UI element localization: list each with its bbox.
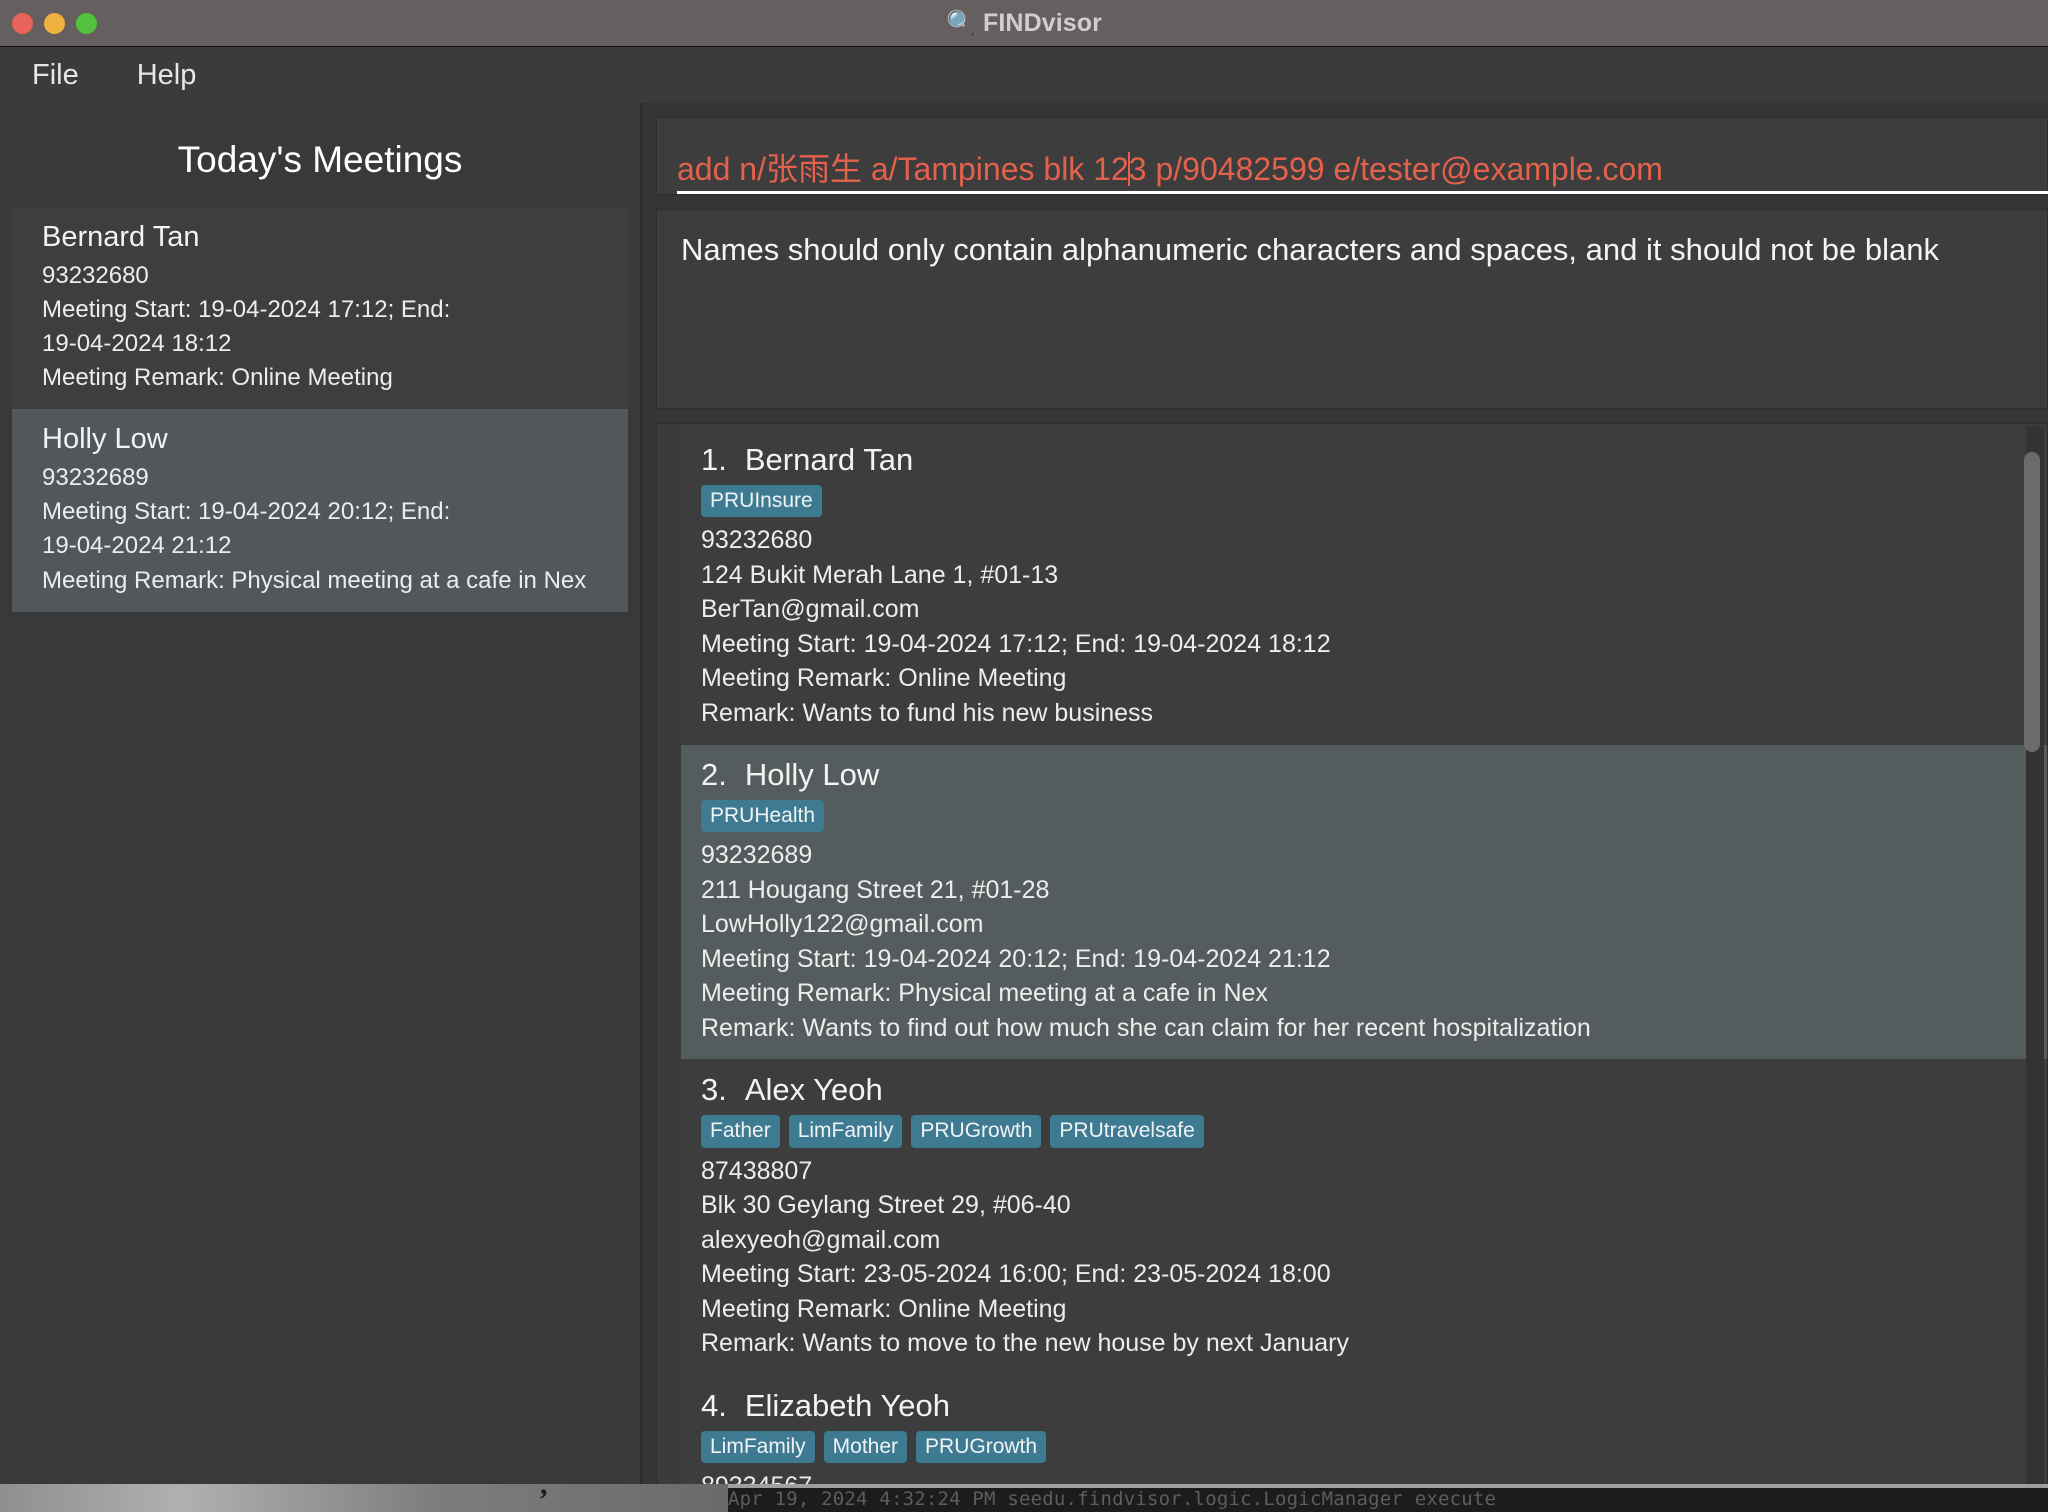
person-index: 2.: [701, 757, 727, 793]
tag-list: Father LimFamily PRUGrowth PRUtravelsafe: [701, 1115, 2027, 1147]
command-text-after-caret: 3 p/90482599 e/tester@example.com: [1129, 151, 1663, 187]
app-window: 🔍 FINDvisor File Help Today's Meetings B…: [0, 0, 2048, 1484]
tag: PRUtravelsafe: [1050, 1115, 1203, 1147]
person-header: 3. Alex Yeoh: [701, 1072, 2027, 1108]
meeting-card[interactable]: Bernard Tan 93232680 Meeting Start: 19-0…: [12, 207, 628, 409]
person-email: BerTan@gmail.com: [701, 592, 2027, 627]
meeting-remark: Meeting Remark: Physical meeting at a ca…: [42, 564, 598, 598]
meeting-name: Bernard Tan: [42, 221, 598, 254]
command-text-before-caret: add n/张雨生 a/Tampines blk 12: [677, 151, 1129, 187]
meeting-time-cont: 19-04-2024 21:12: [42, 529, 598, 563]
tag: Father: [701, 1115, 780, 1147]
person-list-scrollbar[interactable]: [2026, 426, 2044, 1484]
tag: LimFamily: [789, 1115, 903, 1147]
person-index: 1.: [701, 442, 727, 478]
person-card[interactable]: 4. Elizabeth Yeoh LimFamily Mother PRUGr…: [681, 1376, 2047, 1484]
magnifier-icon: 🔍: [946, 9, 976, 38]
meeting-phone: 93232680: [42, 259, 598, 293]
person-card[interactable]: 2. Holly Low PRUHealth 93232689 211 Houg…: [681, 745, 2047, 1059]
right-panel: add n/张雨生 a/Tampines blk 123 p/90482599 …: [642, 103, 2048, 1484]
command-input-text: add n/张雨生 a/Tampines blk 123 p/90482599 …: [677, 144, 1663, 190]
person-remark: Remark: Wants to move to the new house b…: [701, 1326, 2027, 1361]
close-button[interactable]: [12, 13, 33, 34]
person-list: 1. Bernard Tan PRUInsure 93232680 124 Bu…: [657, 424, 2047, 1484]
person-phone: 93232680: [701, 523, 2027, 558]
person-name: Alex Yeoh: [745, 1072, 883, 1108]
tag: LimFamily: [701, 1431, 815, 1463]
meeting-remark: Meeting Remark: Online Meeting: [42, 361, 598, 395]
person-email: alexyeoh@gmail.com: [701, 1223, 2027, 1258]
background-left-strip: [0, 1484, 728, 1512]
scrollbar-thumb[interactable]: [2024, 452, 2040, 752]
screen: Apr 19, 2024 4:32:24 PM seedu.findvisor.…: [0, 0, 2048, 1512]
person-phone: 87438807: [701, 1154, 2027, 1189]
person-name: Elizabeth Yeoh: [745, 1388, 950, 1424]
main-content: Today's Meetings Bernard Tan 93232680 Me…: [0, 103, 2048, 1484]
person-meeting-remark: Meeting Remark: Physical meeting at a ca…: [701, 976, 2027, 1011]
person-email: LowHolly122@gmail.com: [701, 907, 2027, 942]
menu-item-file[interactable]: File: [18, 55, 93, 96]
meeting-time: Meeting Start: 19-04-2024 20:12; End:: [42, 495, 598, 529]
person-address: 124 Bukit Merah Lane 1, #01-13: [701, 558, 2027, 593]
command-input-underline: [677, 191, 2048, 194]
person-meeting: Meeting Start: 19-04-2024 17:12; End: 19…: [701, 627, 2027, 662]
person-phone: 93232689: [701, 838, 2027, 873]
page-title: Today's Meetings: [0, 113, 640, 207]
menu-item-help[interactable]: Help: [123, 55, 211, 96]
zoom-button[interactable]: [76, 13, 97, 34]
meeting-time-cont: 19-04-2024 18:12: [42, 327, 598, 361]
window-title: 🔍 FINDvisor: [946, 9, 1102, 38]
meeting-phone: 93232689: [42, 461, 598, 495]
person-index: 3.: [701, 1072, 727, 1108]
person-card[interactable]: 1. Bernard Tan PRUInsure 93232680 124 Bu…: [681, 430, 2047, 744]
person-header: 2. Holly Low: [701, 757, 2027, 793]
meeting-card[interactable]: Holly Low 93232689 Meeting Start: 19-04-…: [12, 409, 628, 611]
person-name: Bernard Tan: [745, 442, 913, 478]
result-message: Names should only contain alphanumeric c…: [681, 230, 2023, 270]
person-address: Blk 30 Geylang Street 29, #06-40: [701, 1188, 2027, 1223]
result-display: Names should only contain alphanumeric c…: [656, 209, 2048, 409]
window-title-label: FINDvisor: [983, 9, 1102, 38]
person-phone: 89334567: [701, 1469, 2027, 1484]
person-meeting: Meeting Start: 19-04-2024 20:12; End: 19…: [701, 942, 2027, 977]
tag: PRUGrowth: [911, 1115, 1041, 1147]
person-meeting-remark: Meeting Remark: Online Meeting: [701, 1292, 2027, 1327]
meeting-name: Holly Low: [42, 423, 598, 456]
meeting-time: Meeting Start: 19-04-2024 17:12; End:: [42, 293, 598, 327]
tag-list: PRUHealth: [701, 800, 2027, 832]
person-card[interactable]: 3. Alex Yeoh Father LimFamily PRUGrowth …: [681, 1060, 2047, 1374]
person-index: 4.: [701, 1388, 727, 1424]
tag: PRUInsure: [701, 485, 822, 517]
person-list-panel: 1. Bernard Tan PRUInsure 93232680 124 Bu…: [656, 423, 2048, 1484]
person-address: 211 Hougang Street 21, #01-28: [701, 873, 2027, 908]
today-meetings-panel: Today's Meetings Bernard Tan 93232680 Me…: [0, 103, 642, 1484]
tag: Mother: [824, 1431, 907, 1463]
menu-bar: File Help: [0, 47, 2048, 103]
person-meeting-remark: Meeting Remark: Online Meeting: [701, 661, 2027, 696]
person-remark: Remark: Wants to fund his new business: [701, 696, 2027, 731]
person-header: 1. Bernard Tan: [701, 442, 2027, 478]
command-input[interactable]: add n/张雨生 a/Tampines blk 123 p/90482599 …: [656, 117, 2048, 195]
tag: PRUGrowth: [916, 1431, 1046, 1463]
window-controls: [12, 0, 97, 46]
tag: PRUHealth: [701, 800, 824, 832]
meeting-list: Bernard Tan 93232680 Meeting Start: 19-0…: [0, 207, 640, 1484]
person-remark: Remark: Wants to find out how much she c…: [701, 1011, 2027, 1046]
title-bar: 🔍 FINDvisor: [0, 0, 2048, 47]
tag-list: PRUInsure: [701, 485, 2027, 517]
minimize-button[interactable]: [44, 13, 65, 34]
tag-list: LimFamily Mother PRUGrowth: [701, 1431, 2027, 1463]
person-name: Holly Low: [745, 757, 879, 793]
person-header: 4. Elizabeth Yeoh: [701, 1388, 2027, 1424]
person-meeting: Meeting Start: 23-05-2024 16:00; End: 23…: [701, 1257, 2027, 1292]
